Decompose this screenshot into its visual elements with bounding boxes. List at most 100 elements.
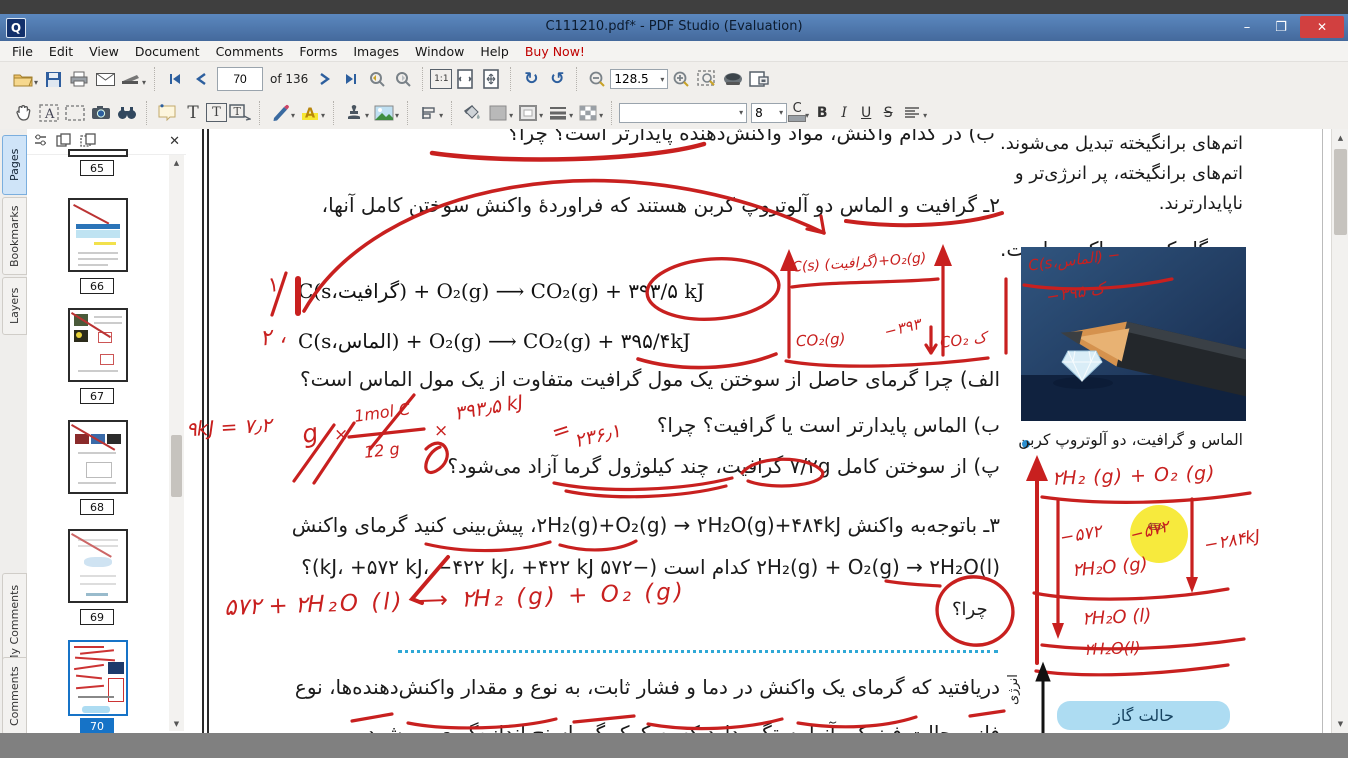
sticky-note-button[interactable] (154, 100, 180, 126)
snapshot-camera-button[interactable] (88, 100, 114, 126)
zoom-in-button[interactable] (668, 66, 694, 92)
rotate-ccw-button[interactable]: ↺ (544, 66, 570, 92)
menu-view[interactable]: View (81, 44, 127, 59)
highlighter-caret-icon[interactable]: ▾ (321, 111, 325, 120)
align-objects-caret-icon[interactable]: ▾ (439, 111, 443, 120)
prev-page-button[interactable] (188, 66, 214, 92)
callout-button[interactable]: T (227, 100, 253, 126)
text-color-caret-icon[interactable]: ▾ (805, 111, 809, 120)
bold-button[interactable]: B (811, 105, 833, 121)
document-page[interactable]: ب) در کدام واکنش، مواد واکنش‌دهنده پایدا… (186, 129, 1331, 733)
font-size-select[interactable]: 8 ▾ (751, 102, 788, 123)
panel-scrollbar[interactable]: ▲ ▼ (169, 155, 184, 731)
panel-close-icon[interactable]: ✕ (169, 134, 180, 149)
strikethrough-button[interactable]: S (877, 105, 899, 121)
search-binoculars-button[interactable] (114, 100, 140, 126)
hatch-caret-icon[interactable]: ▾ (599, 111, 603, 120)
zoom-select[interactable]: 128.5 ▾ (610, 69, 669, 89)
stamp-button[interactable] (341, 100, 367, 126)
hatch-pattern-button[interactable] (575, 100, 601, 126)
image-button[interactable] (371, 100, 397, 126)
tab-pages[interactable]: Pages (2, 135, 27, 195)
close-button[interactable]: ✕ (1300, 16, 1344, 38)
fit-width-button[interactable] (452, 66, 478, 92)
doc-scroll-thumb[interactable] (1334, 149, 1347, 235)
menu-window[interactable]: Window (407, 44, 472, 59)
thumbnail-label-65[interactable]: 65 (80, 160, 114, 176)
thumbnail-page-69[interactable] (68, 529, 128, 603)
tab-layers[interactable]: Layers (2, 277, 27, 335)
thumbnail-page-65[interactable] (68, 149, 128, 157)
italic-button[interactable]: I (833, 105, 855, 121)
menu-images[interactable]: Images (345, 44, 407, 59)
open-button[interactable] (10, 66, 36, 92)
email-button[interactable] (92, 66, 118, 92)
titlebar[interactable]: Q C111210.pdf* - PDF Studio (Evaluation)… (0, 14, 1348, 41)
document-scrollbar[interactable]: ▲ ▼ (1331, 129, 1348, 733)
save-button[interactable] (40, 66, 66, 92)
stamp-caret-icon[interactable]: ▾ (365, 111, 369, 120)
previous-view-button[interactable] (364, 66, 390, 92)
next-page-button[interactable] (312, 66, 338, 92)
page-input[interactable] (217, 67, 264, 91)
doc-scroll-up-icon[interactable]: ▲ (1333, 130, 1348, 146)
panel-scroll-up-icon[interactable]: ▲ (169, 155, 184, 170)
fit-page-button[interactable] (478, 66, 504, 92)
menu-buy-now[interactable]: Buy Now! (517, 44, 593, 59)
zoom-out-button[interactable] (584, 66, 610, 92)
font-family-select[interactable]: ▾ (619, 102, 748, 123)
thumbnail-label-66[interactable]: 66 (80, 278, 114, 294)
panel-options-icon[interactable] (33, 132, 48, 151)
panel-scroll-down-icon[interactable]: ▼ (169, 716, 184, 731)
scan-button[interactable] (118, 66, 144, 92)
border-color-button[interactable] (515, 100, 541, 126)
thumbnail-label-68[interactable]: 68 (80, 499, 114, 515)
menu-forms[interactable]: Forms (291, 44, 345, 59)
pencil-annot-button[interactable] (267, 100, 293, 126)
hand-tool-button[interactable] (10, 100, 36, 126)
select-text-button[interactable]: A (36, 100, 62, 126)
highlighter-button[interactable]: A (297, 100, 323, 126)
menu-edit[interactable]: Edit (41, 44, 81, 59)
text-color-button[interactable]: C (787, 100, 807, 126)
thumbnail-label-70[interactable]: 70 (80, 718, 114, 734)
text-align-caret-icon[interactable]: ▾ (923, 111, 927, 120)
paint-bucket-button[interactable] (459, 100, 485, 126)
pencil-caret-icon[interactable]: ▾ (291, 111, 295, 120)
underline-button[interactable]: U (855, 105, 877, 121)
fill-color-button[interactable] (485, 100, 511, 126)
first-page-button[interactable] (162, 66, 188, 92)
pan-zoom-button[interactable] (746, 66, 772, 92)
thumbnail-page-68[interactable] (68, 420, 128, 494)
tab-comments[interactable]: Comments (2, 657, 27, 735)
tab-bookmarks[interactable]: Bookmarks (2, 197, 27, 275)
text-align-button[interactable] (899, 100, 925, 126)
restore-button[interactable]: ❐ (1266, 16, 1296, 38)
thumbnail-page-70[interactable] (68, 640, 128, 716)
panel-scroll-thumb[interactable] (171, 435, 182, 497)
rotate-cw-button[interactable]: ↻ (518, 66, 544, 92)
minimize-button[interactable]: – (1232, 16, 1262, 38)
thumbnail-page-66[interactable] (68, 198, 128, 272)
zoom-marquee-button[interactable] (694, 66, 720, 92)
next-view-button[interactable] (390, 66, 416, 92)
menu-comments[interactable]: Comments (208, 44, 292, 59)
thumbnail-page-67[interactable] (68, 308, 128, 382)
typewriter-button[interactable]: T (180, 100, 206, 126)
doc-scroll-down-icon[interactable]: ▼ (1333, 716, 1348, 732)
actual-size-button[interactable]: 1:1 (430, 69, 453, 89)
image-caret-icon[interactable]: ▾ (395, 111, 399, 120)
scan-caret-icon[interactable]: ▾ (142, 78, 146, 87)
align-objects-button[interactable] (415, 100, 441, 126)
menu-file[interactable]: File (4, 44, 41, 59)
line-width-caret-icon[interactable]: ▾ (569, 111, 573, 120)
thumbnail-label-69[interactable]: 69 (80, 609, 114, 625)
loupe-tool-button[interactable] (720, 66, 746, 92)
open-caret-icon[interactable]: ▾ (34, 78, 38, 87)
border-color-caret-icon[interactable]: ▾ (539, 111, 543, 120)
menu-document[interactable]: Document (127, 44, 208, 59)
print-button[interactable] (66, 66, 92, 92)
fill-color-caret-icon[interactable]: ▾ (509, 111, 513, 120)
menu-help[interactable]: Help (472, 44, 517, 59)
line-width-button[interactable] (545, 100, 571, 126)
